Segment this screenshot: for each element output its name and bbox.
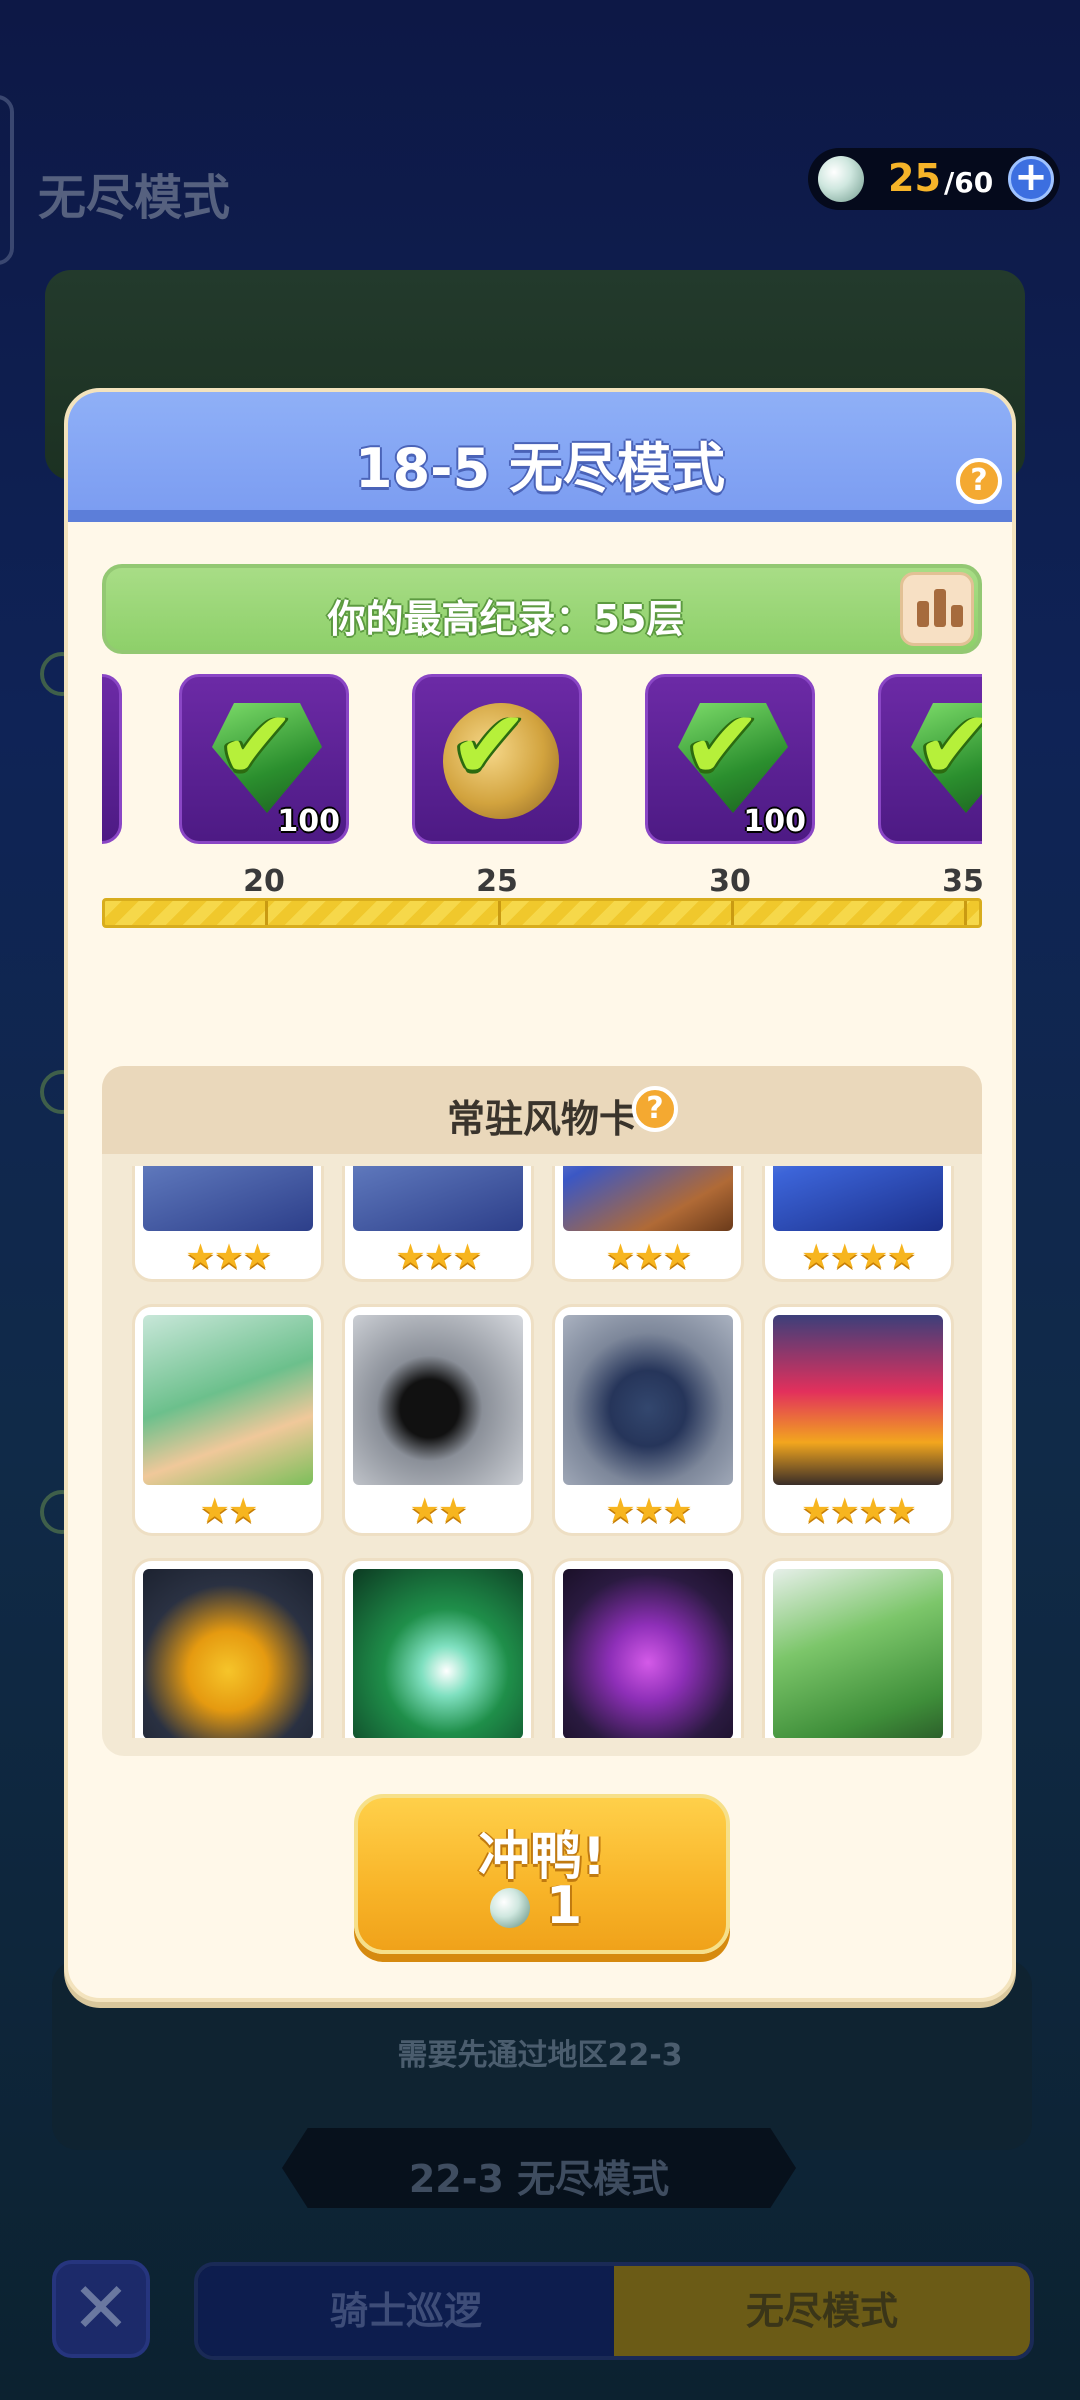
start-button-label: 冲鸭! bbox=[478, 1827, 606, 1887]
leaderboard-chart-icon bbox=[917, 601, 929, 627]
relic-card[interactable]: ★★★ bbox=[132, 1166, 324, 1282]
edge-tab bbox=[0, 95, 14, 265]
star-rating: ★★★★ bbox=[801, 1491, 917, 1531]
relic-card[interactable] bbox=[342, 1558, 534, 1738]
robot-mech-art bbox=[143, 1166, 313, 1231]
relic-card[interactable]: ★★★ bbox=[552, 1166, 744, 1282]
milestone-label: 20 bbox=[243, 864, 285, 899]
milestone-label: 35 bbox=[942, 864, 982, 899]
star-rating: ★★ bbox=[199, 1491, 259, 1531]
sword-fist-art bbox=[563, 1166, 733, 1231]
green-burst-art bbox=[353, 1569, 523, 1738]
start-button[interactable]: 冲鸭! 1 bbox=[354, 1794, 730, 1954]
purple-monster-art bbox=[563, 1569, 733, 1738]
check-icon: ✔ bbox=[682, 689, 763, 801]
star-rating: ★★★ bbox=[605, 1237, 692, 1277]
star-rating: ★★★★ bbox=[801, 1237, 917, 1277]
green-hair-girl-art bbox=[143, 1315, 313, 1485]
relic-card[interactable]: ★★ bbox=[132, 1304, 324, 1536]
red-beam-art bbox=[773, 1315, 943, 1485]
relic-card[interactable]: ★★★★ bbox=[762, 1304, 954, 1536]
locked-note: 需要先通过地区22-3 bbox=[397, 2038, 683, 2073]
milestone-reward[interactable]: ✔ bbox=[412, 674, 582, 844]
check-icon: ✔ bbox=[915, 689, 982, 801]
reward-qty: 100 bbox=[277, 804, 340, 839]
relic-section-title: 常驻风物卡 bbox=[446, 1097, 637, 1141]
relic-card[interactable]: ★★ bbox=[342, 1304, 534, 1536]
relic-card[interactable]: ★★★ bbox=[552, 1304, 744, 1536]
shadow-runner-art bbox=[353, 1315, 523, 1485]
energy-max: /60 bbox=[944, 166, 994, 199]
close-x-icon: ✕ bbox=[71, 2267, 131, 2349]
star-rating: ★★★ bbox=[185, 1237, 272, 1277]
milestone-reward[interactable]: ✔ 100 bbox=[179, 674, 349, 844]
check-icon: ✔ bbox=[216, 689, 297, 801]
robot-mech-art bbox=[353, 1166, 523, 1231]
energy-counter: 25 /60 + bbox=[808, 148, 1060, 210]
energy-gem-icon bbox=[818, 156, 864, 202]
dialog-title: 18-5 无尽模式 bbox=[355, 437, 725, 500]
reward-qty: 100 bbox=[743, 804, 806, 839]
milestone-partial bbox=[102, 674, 122, 844]
best-record-text: 你的最高纪录：55层 bbox=[327, 597, 685, 641]
star-rating: ★★★ bbox=[395, 1237, 482, 1277]
energy-gem-icon bbox=[490, 1888, 530, 1928]
question-icon[interactable]: ? bbox=[632, 1086, 678, 1132]
leaderboard-button[interactable] bbox=[900, 572, 974, 646]
green-book-art bbox=[773, 1569, 943, 1738]
missile-fish-art bbox=[563, 1315, 733, 1485]
relic-card[interactable] bbox=[762, 1558, 954, 1738]
start-cost-value: 1 bbox=[546, 1876, 583, 1936]
milestone-reward[interactable]: ✔ 100 bbox=[645, 674, 815, 844]
milestone-reward[interactable]: ✔ bbox=[878, 674, 982, 844]
star-rating: ★★★ bbox=[605, 1491, 692, 1531]
relic-card[interactable]: ★★★★ bbox=[762, 1166, 954, 1282]
best-record-bar: 你的最高纪录：55层 bbox=[102, 564, 982, 654]
milestone-label: 30 bbox=[709, 864, 751, 899]
relic-card-grid[interactable]: ★★★ ★★★ ★★★ ★★★★ ★★ ★★ ★★★ ★★★★ bbox=[102, 1166, 982, 1738]
relic-section-header: 常驻风物卡 ? bbox=[102, 1066, 982, 1154]
relic-card[interactable] bbox=[132, 1558, 324, 1738]
milestone-track: ✔ 100 20 ✔ 25 ✔ 100 30 ✔ 35 bbox=[102, 672, 982, 922]
check-icon: ✔ bbox=[449, 689, 530, 801]
page-title: 无尽模式 bbox=[38, 170, 231, 226]
milestone-label: 25 bbox=[476, 864, 518, 899]
energy-current: 25 bbox=[888, 156, 941, 200]
blue-lightning-art bbox=[773, 1166, 943, 1231]
relic-card[interactable]: ★★★ bbox=[342, 1166, 534, 1282]
endless-mode-dialog: 18-5 无尽模式 ? 你的最高纪录：55层 ✔ 100 20 ✔ 25 ✔ 1… bbox=[64, 388, 1016, 2002]
star-rating: ★★ bbox=[409, 1491, 469, 1531]
locked-stage-label: 22-3 无尽模式 bbox=[408, 2157, 670, 2201]
dialog-header: 18-5 无尽模式 bbox=[68, 392, 1012, 522]
relic-card-section: 常驻风物卡 ? ★★★ ★★★ ★★★ ★★★★ ★★ ★★ ★★★ ★★★★ bbox=[102, 1066, 982, 1756]
yellow-chicks-art bbox=[143, 1569, 313, 1738]
milestone-progress-bar bbox=[102, 898, 982, 928]
close-button[interactable]: ✕ bbox=[52, 2260, 150, 2358]
question-icon[interactable]: ? bbox=[956, 458, 1002, 504]
relic-card[interactable] bbox=[552, 1558, 744, 1738]
tab-knight-patrol[interactable]: 骑士巡逻 bbox=[198, 2266, 614, 2356]
mode-tabs: 骑士巡逻 无尽模式 bbox=[194, 2262, 1034, 2360]
tab-endless-mode[interactable]: 无尽模式 bbox=[614, 2266, 1030, 2356]
add-energy-button[interactable]: + bbox=[1008, 156, 1054, 202]
